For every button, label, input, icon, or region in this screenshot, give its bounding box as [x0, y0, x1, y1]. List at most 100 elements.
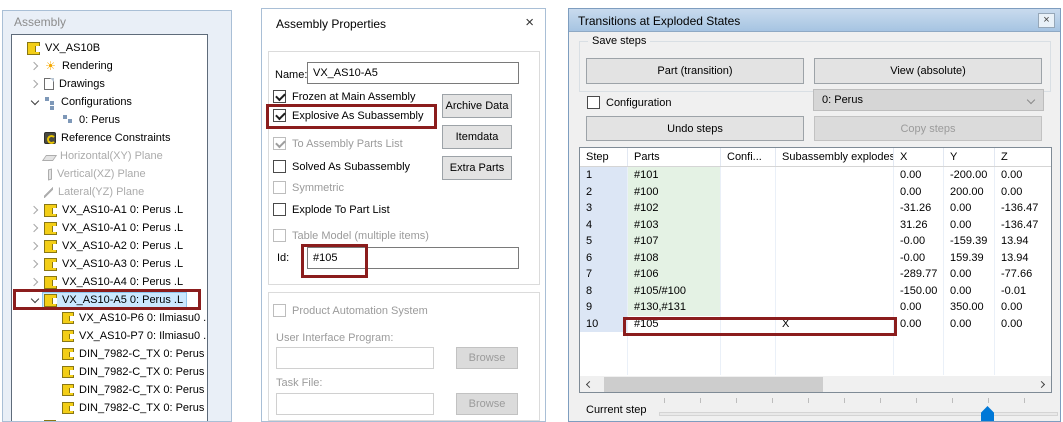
column-header[interactable]: Y — [944, 148, 995, 166]
cell-y: 0.00 — [944, 217, 995, 234]
arrow-slot — [27, 131, 42, 146]
tree-item[interactable]: Lateral(YZ) Plane — [12, 183, 207, 201]
tree-item-label: Rendering — [62, 60, 113, 72]
tree-item[interactable]: VX_AS10-P7 0: Ilmiasu0 .L — [12, 327, 207, 345]
assembly-tree[interactable]: VX_AS10B☀Rendering Drawings Configurations… — [11, 34, 208, 422]
column-header[interactable]: Step — [580, 148, 628, 166]
current-step-slider[interactable] — [659, 412, 1058, 416]
empty-cell — [580, 332, 628, 375]
table-row[interactable]: 4#10331.260.00-136.47 — [580, 217, 1051, 234]
tree-item[interactable]: ☀Rendering — [12, 57, 207, 75]
cell-x: -289.77 — [894, 266, 944, 283]
name-field[interactable] — [307, 62, 519, 84]
extra-parts-button[interactable]: Extra Parts — [442, 156, 512, 180]
configuration-checkbox[interactable] — [587, 96, 600, 109]
tree-item[interactable]: Reference Constraints — [12, 129, 207, 147]
steps-table[interactable]: StepPartsConfi...Subassembly explodesXYZ… — [579, 147, 1052, 393]
assembly-icon — [44, 258, 57, 271]
chevron-right-icon[interactable] — [27, 221, 42, 236]
tree-item[interactable]: Configurations — [12, 93, 207, 111]
tree-item-label: Vertical(XZ) Plane — [57, 168, 146, 180]
copy-steps-button[interactable]: Copy steps — [814, 116, 1042, 141]
table-row[interactable]: 10#105X0.000.000.00 — [580, 316, 1051, 333]
table-row[interactable]: 1#1010.00-200.000.00 — [580, 167, 1051, 184]
column-header[interactable]: X — [894, 148, 944, 166]
cell-parts: #105/#100 — [628, 283, 721, 300]
configuration-select[interactable]: 0: Perus — [813, 89, 1044, 111]
chevron-right-icon[interactable] — [27, 59, 42, 74]
name-label: Name: — [275, 69, 307, 81]
close-icon[interactable]: × — [525, 15, 534, 31]
slider-thumb[interactable] — [981, 406, 994, 422]
column-header[interactable]: Subassembly explodes — [776, 148, 894, 166]
product-automation-checkbox[interactable] — [273, 304, 286, 317]
tree-item[interactable]: VX_AS10-A2 0: Perus .L — [12, 237, 207, 255]
archive-data-button[interactable]: Archive Data — [442, 94, 512, 118]
table-row[interactable]: 8#105/#100-150.000.00-0.01 — [580, 283, 1051, 300]
page-icon — [44, 78, 54, 90]
column-header[interactable]: Parts — [628, 148, 721, 166]
table-model-multiple-items--checkbox — [273, 229, 286, 242]
scroll-right-icon[interactable] — [1034, 376, 1051, 393]
close-icon[interactable]: × — [1038, 13, 1055, 28]
tree-item-label: Drawings — [59, 78, 105, 90]
table-row[interactable]: 3#102-31.260.00-136.47 — [580, 200, 1051, 217]
tree-item[interactable]: VX_AS10-A3 0: Perus .L — [12, 255, 207, 273]
tree-item[interactable]: 0: Perus — [12, 111, 207, 129]
tree-item[interactable]: VX_AS10-A5 0: Perus .L — [12, 291, 207, 309]
table-row[interactable]: 2#1000.00200.000.00 — [580, 184, 1051, 201]
horizontal-scrollbar[interactable] — [580, 376, 1051, 393]
table-row[interactable]: 6#108-0.00159.3913.94 — [580, 250, 1051, 267]
chevron-down-icon[interactable] — [27, 293, 42, 308]
tree-item[interactable]: VX_AS10-P8 0: Ilmiasu0 .L — [12, 417, 207, 422]
itemdata-button[interactable]: Itemdata — [442, 125, 512, 149]
tree-item[interactable]: VX_AS10-A1 0: Perus .L — [12, 219, 207, 237]
configuration-selected-value: 0: Perus — [822, 94, 863, 106]
id-field[interactable] — [307, 247, 519, 269]
undo-steps-button[interactable]: Undo steps — [586, 116, 804, 141]
scroll-left-icon[interactable] — [580, 376, 597, 393]
tree-item[interactable]: VX_AS10B — [12, 39, 207, 57]
chevron-right-icon[interactable] — [27, 239, 42, 254]
chevron-down-icon[interactable] — [27, 95, 42, 110]
chevron-right-icon[interactable] — [27, 275, 42, 290]
tree-item[interactable]: Drawings — [12, 75, 207, 93]
configuration-label: Configuration — [606, 97, 671, 109]
chevron-right-icon[interactable] — [27, 203, 42, 218]
part-transition-button[interactable]: Part (transition) — [586, 58, 804, 84]
tree-item[interactable]: DIN_7982-C_TX 0: Perus .L — [12, 363, 207, 381]
view-absolute-button[interactable]: View (absolute) — [814, 58, 1042, 84]
table-row[interactable]: 9#130,#1310.00350.000.00 — [580, 299, 1051, 316]
chevron-right-icon[interactable] — [27, 257, 42, 272]
tree-item[interactable]: DIN_7982-C_TX 0: Perus .L — [12, 381, 207, 399]
cell-subassembly — [776, 299, 894, 316]
chevron-right-icon[interactable] — [27, 77, 42, 92]
cell-subassembly — [776, 233, 894, 250]
column-header[interactable]: Confi... — [721, 148, 776, 166]
tree-item[interactable]: VX_AS10-P6 0: Ilmiasu0 .L — [12, 309, 207, 327]
tree-item[interactable]: Horizontal(XY) Plane — [12, 147, 207, 165]
slider-tick — [772, 398, 773, 403]
explode-to-part-list-checkbox[interactable] — [273, 203, 286, 216]
slider-tick — [808, 398, 809, 403]
tree-item[interactable]: VX_AS10-A4 0: Perus .L — [12, 273, 207, 291]
tree-item[interactable]: VX_AS10-A1 0: Perus .L — [12, 201, 207, 219]
tree-item[interactable]: Vertical(XZ) Plane — [12, 165, 207, 183]
cell-y: -159.39 — [944, 233, 995, 250]
explosive-as-subassembly-checkbox[interactable] — [273, 109, 286, 122]
table-row[interactable]: 5#107-0.00-159.3913.94 — [580, 233, 1051, 250]
cell-x: -0.00 — [894, 233, 944, 250]
solved-as-subassembly-checkbox[interactable] — [273, 160, 286, 173]
frozen-at-main-assembly-checkbox[interactable] — [273, 90, 286, 103]
scrollbar-thumb[interactable] — [604, 377, 823, 392]
column-header[interactable]: Z — [995, 148, 1052, 166]
tree-item-label: Configurations — [61, 96, 132, 108]
cell-z: 13.94 — [995, 233, 1052, 250]
cell-z: 13.94 — [995, 250, 1052, 267]
constraint-icon — [44, 132, 56, 144]
tree-item[interactable]: DIN_7982-C_TX 0: Perus .L — [12, 399, 207, 417]
dialog-titlebar[interactable]: Transitions at Exploded States — [569, 9, 1060, 32]
tree-item-label: Horizontal(XY) Plane — [60, 150, 163, 162]
tree-item[interactable]: DIN_7982-C_TX 0: Perus .L — [12, 345, 207, 363]
table-row[interactable]: 7#106-289.770.00-77.66 — [580, 266, 1051, 283]
